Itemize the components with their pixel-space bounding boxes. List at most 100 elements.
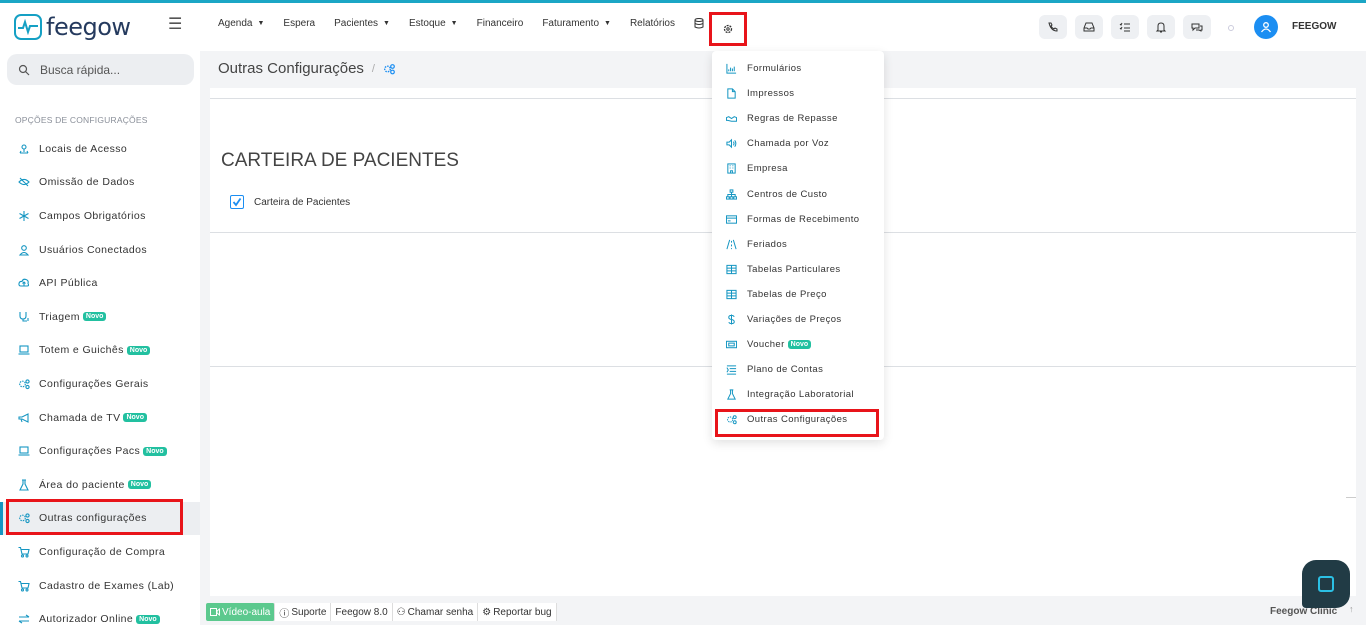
settings-dropdown-menu: Formulários Impressos Regras de Repasse Cha… [712,51,884,440]
highlight-box [715,409,879,437]
sidebar-item-chamada-de-tv[interactable]: Chamada de TV Novo [0,401,200,435]
menu-item-label: Formulários [747,63,802,74]
sidebar-item-configuracoes-gerais[interactable]: Configurações Gerais [0,367,200,401]
nav-item-financeiro[interactable]: Financeiro [477,18,524,29]
menu-item-label: Chamada por Voz [747,138,830,150]
phone-icon[interactable] [1039,15,1067,39]
database-icon[interactable] [694,18,704,29]
ticket-icon [726,340,737,349]
settings-gear-button[interactable] [709,12,747,46]
sidebar-item-configuracoes-pacs[interactable]: Configurações Pacs Novo [0,434,200,468]
carteira-checkbox-row[interactable]: Carteira de Pacientes [230,195,350,209]
sidebar-item-label: Cadastro de Exames (Lab) [39,579,175,592]
sidebar-item-configuracao-de-compra[interactable]: Configuração de Compra [0,535,200,569]
support-button[interactable]: ⓘ Suporte [275,603,332,621]
top-header: feegow ☰ Agenda ▼ Espera Pacientes ▼ Estoque ▼… [0,3,1366,51]
menu-item-regras-de-repasse[interactable]: Regras de Repasse [712,106,884,131]
header-actions [1039,15,1211,39]
sidebar-heading: OPÇÕES DE CONFIGURAÇÕES [15,115,148,125]
scroll-up-icon[interactable]: ↑ [1349,604,1363,618]
chat-widget-button[interactable] [1302,560,1350,608]
nav-item-agenda[interactable]: Agenda ▼ [218,18,264,29]
call-password-button[interactable]: ⚇ Chamar senha [392,603,479,621]
sidebar-item-area-do-paciente[interactable]: Área do paciente Novo [0,468,200,502]
new-badge: Novo [126,345,151,355]
bell-icon[interactable] [1147,15,1175,39]
new-badge: Novo [787,340,812,350]
hamburger-menu-icon[interactable]: ☰ [168,17,184,33]
sidebar-item-autorizador-online[interactable]: Autorizador Online Novo [0,602,200,625]
nav-item-label: Estoque [408,18,446,29]
location-icon [19,144,29,154]
cloud-upload-icon [18,278,30,287]
logo-mark-icon [14,14,42,40]
avatar[interactable] [1254,15,1278,39]
user-icon [18,244,30,256]
video-tutorial-button[interactable]: Vídeo-aula [206,603,276,621]
inbox-icon[interactable] [1075,15,1103,39]
menu-item-integracao-laboratorial[interactable]: Integração Laboratorial [712,382,884,407]
sidebar-item-label: Chamada de TV [39,411,121,424]
list-icon [726,365,737,375]
menu-item-label: Regras de Repasse [747,113,838,125]
nav-item-espera[interactable]: Espera [283,18,315,29]
sidebar-item-label: Triagem [39,310,80,323]
menu-item-variacoes-de-precos[interactable]: Variações de Preços [712,307,884,332]
page-title: Outras Configurações [218,60,364,77]
menu-item-chamada-por-voz[interactable]: Chamada por Voz [712,131,884,156]
road-icon [726,239,737,249]
version-text: Feegow 8.0 [335,606,388,618]
sidebar-item-api-publica[interactable]: API Pública [0,266,200,300]
menu-item-tabelas-de-preco[interactable]: Tabelas de Preço [712,282,884,307]
menu-item-formas-de-recebimento[interactable]: Formas de Recebimento [712,207,884,232]
menu-item-tabelas-particulares[interactable]: Tabelas Particulares [712,257,884,282]
menu-item-plano-de-contas[interactable]: Plano de Contas [712,357,884,382]
report-bug-button[interactable]: ⚙ Reportar bug [478,603,557,621]
menu-item-formularios[interactable]: Formulários [712,56,884,81]
checklist-icon[interactable] [1111,15,1139,39]
user-name[interactable]: FEEGOW [1292,21,1336,32]
menu-item-impressos[interactable]: Impressos [712,81,884,106]
nav-item-label: Faturamento [542,18,600,29]
sidebar-item-label: Outras configurações [39,512,147,525]
menu-item-feriados[interactable]: Feriados [712,232,884,257]
carteira-checkbox[interactable] [230,195,244,209]
sidebar-item-cadastro-de-exames-lab[interactable]: Cadastro de Exames (Lab) [0,569,200,603]
nav-item-estoque[interactable]: Estoque ▼ [409,18,458,29]
menu-item-label: Feriados [747,238,788,250]
chat-widget-icon [1318,576,1334,592]
nav-item-pacientes[interactable]: Pacientes ▼ [334,18,390,29]
sidebar-item-label: Autorizador Online [39,613,134,625]
nav-item-faturamento[interactable]: Faturamento ▼ [542,18,611,29]
sidebar-item-outras-configuracoes[interactable]: Outras configurações [0,498,200,536]
sidebar-item-label: Omissão de Dados [39,176,135,189]
search-input[interactable]: Busca rápida... [7,54,194,85]
search-placeholder: Busca rápida... [40,62,121,77]
menu-item-voucher[interactable]: Voucher Novo [712,332,884,357]
cart-icon [18,546,30,558]
sidebar-item-campos-obrigatorios[interactable]: Campos Obrigatórios [0,199,200,233]
new-badge: Novo [123,413,147,423]
menu-item-empresa[interactable]: Empresa [712,156,884,181]
new-badge: Novo [127,480,152,490]
nav-item-relatorios[interactable]: Relatórios [630,18,675,29]
sidebar-item-usuarios-conectados[interactable]: Usuários Conectados [0,233,200,267]
sidebar-item-label: API Pública [39,277,98,290]
feegow-logo[interactable]: feegow [14,13,131,41]
sidebar-item-triagem[interactable]: Triagem Novo [0,300,200,334]
menu-item-centros-de-custo[interactable]: Centros de Custo [712,182,884,207]
menu-item-label: Centros de Custo [747,188,828,200]
breadcrumb-separator: / [371,62,375,75]
sidebar-item-label: Totem e Guichês [39,344,124,357]
divider [1346,497,1356,498]
menu-item-label: Empresa [747,163,788,175]
status-dot [1228,25,1234,31]
sidebar-item-locais-de-acesso[interactable]: Locais de Acesso [0,132,200,166]
sidebar-item-omissao-de-dados[interactable]: Omissão de Dados [0,166,200,200]
nav-item-label: Financeiro [476,18,524,29]
chat-icon[interactable] [1183,15,1211,39]
sidebar-item-totem-e-guiches[interactable]: Totem e Guichês Novo [0,334,200,368]
footer-bar: Vídeo-aula ⓘ Suporte Feegow 8.0 ⚇ Chamar… [200,598,1366,625]
handshake-icon [726,116,737,122]
check-icon [232,197,242,207]
